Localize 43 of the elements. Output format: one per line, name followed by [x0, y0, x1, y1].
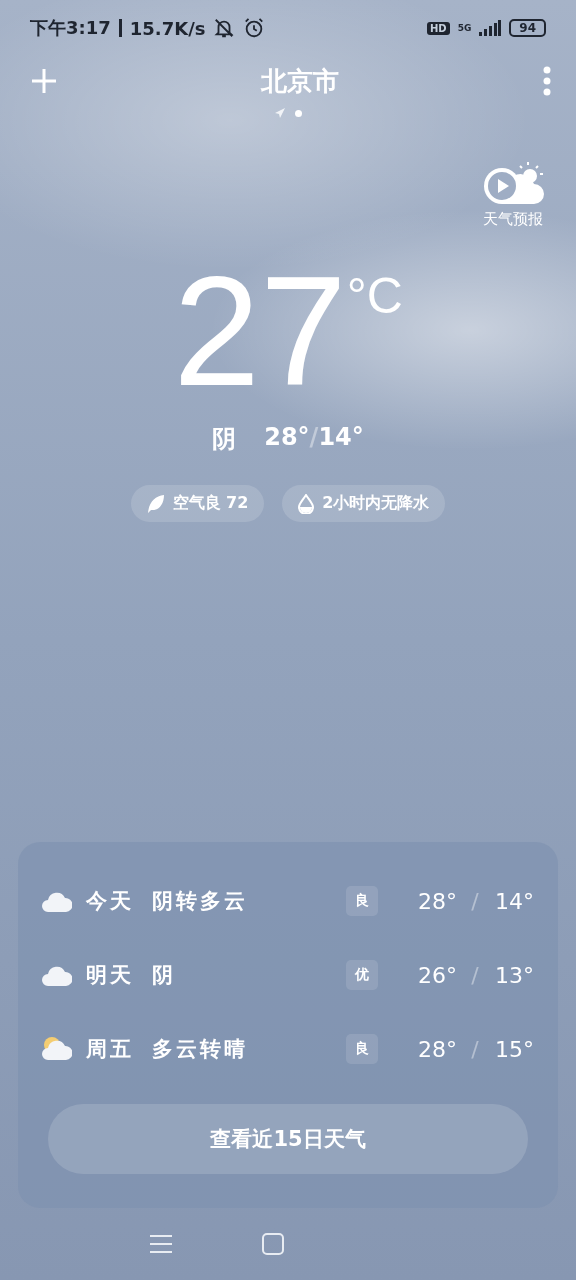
weather-condition: 阴 [212, 424, 237, 455]
page-dot-icon [294, 109, 302, 117]
air-quality-badge: 良 [346, 886, 378, 916]
divider-bar [118, 19, 122, 37]
network-type: 5G [457, 23, 472, 33]
menu-button[interactable] [150, 1234, 172, 1254]
location-arrow-icon [274, 108, 285, 118]
high-temperature: 28° [418, 1036, 458, 1062]
home-button[interactable] [262, 1233, 284, 1255]
chip-label: 空气良 72 [172, 493, 249, 514]
signal-icon [479, 20, 502, 36]
status-time: 下午3:17 [30, 16, 111, 40]
high-temperature: 28° [418, 888, 458, 914]
hd-badge: HD [426, 21, 450, 35]
more-options-button[interactable] [542, 66, 552, 96]
sun-cloud-icon [42, 1036, 72, 1062]
water-drop-icon [298, 493, 315, 514]
slash-separator: / [470, 1036, 480, 1062]
low-temperature: 14° [494, 888, 534, 914]
chip-label: 2小时内无降水 [322, 493, 430, 514]
air-quality-badge: 良 [346, 1034, 378, 1064]
city-name: 北京市 [259, 64, 340, 98]
network-speed: 15.7K/s [129, 17, 206, 39]
add-button[interactable] [30, 67, 58, 95]
day-forecast: 明天 阴 [86, 962, 178, 989]
low-temperature: 15° [494, 1036, 534, 1062]
view-15-day-button[interactable]: 查看近15日天气 [48, 1104, 528, 1174]
day-forecast: 今天 阴转多云 [86, 888, 250, 915]
temperature-unit: °C [346, 267, 403, 326]
air-quality-badge: 优 [346, 960, 378, 990]
low-temperature: 13° [494, 962, 534, 988]
battery-level: 94 [509, 19, 546, 37]
day-forecast: 周五 多云转晴 [86, 1036, 250, 1063]
air-quality-chip[interactable]: 空气良 72 [130, 485, 265, 522]
weather-forecast-button[interactable]: 天气预报 [480, 160, 546, 229]
current-temperature: 27 [173, 261, 347, 401]
leaf-icon [146, 493, 165, 514]
temperature-range: 28°/14° [264, 423, 364, 453]
high-temperature: 26° [418, 962, 458, 988]
rain-forecast-chip[interactable]: 2小时内无降水 [282, 485, 446, 522]
muted-bell-icon [213, 17, 236, 39]
slash-separator: / [470, 888, 480, 914]
slash-separator: / [470, 962, 480, 988]
